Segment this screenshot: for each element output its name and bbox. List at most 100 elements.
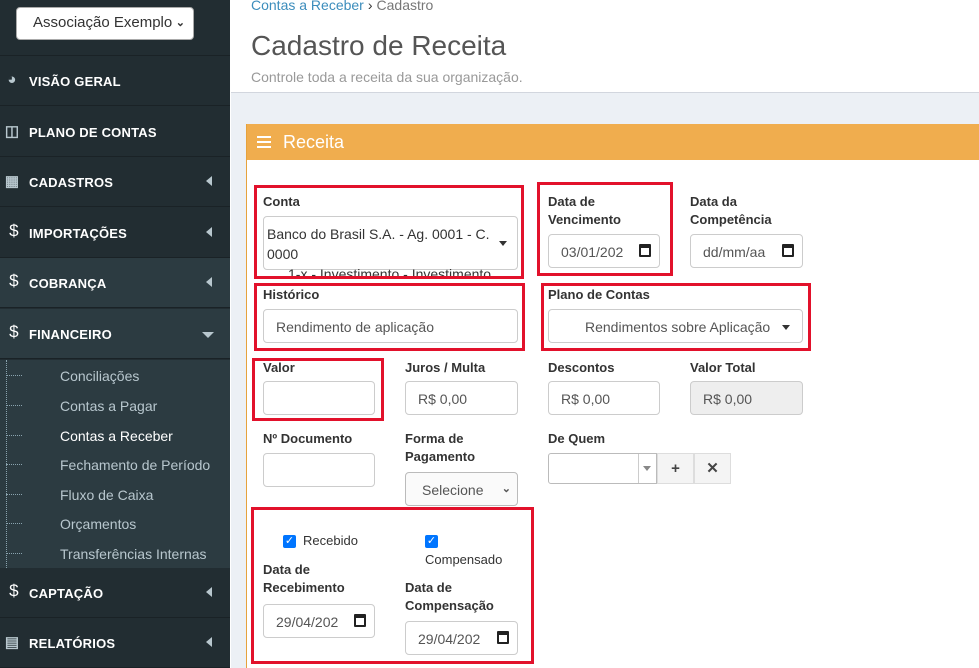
submenu-item-label: Transferências Internas [60,546,207,562]
forma-pagamento-select[interactable]: Selecione ⌄ [405,472,518,506]
valor-total-value: R$ 0,00 [703,391,753,407]
tree-branch [6,375,22,376]
receita-box: Receita Conta Banco do Brasil S.A. - Ag.… [246,124,979,668]
documento-input[interactable] [263,453,375,487]
submenu-item-label: Contas a Pagar [60,398,158,414]
forma-pagamento-label-line1: Forma de [405,431,464,446]
dollar-icon: $ [9,581,19,600]
chevron-left-icon [206,227,212,237]
competencia-label-line1: Data da [690,194,737,209]
tree-branch [6,553,22,554]
sidebar-item-label: COBRANÇA [29,276,107,291]
breadcrumb-current: Cadastro [376,0,434,13]
submenu-item-label: Contas a Receber [60,428,173,444]
descontos-label: Descontos [548,360,615,375]
financeiro-submenu: Conciliações Contas a Pagar Contas a Rec… [0,360,230,568]
highlight-vencimento [537,182,673,276]
add-pessoa-button[interactable]: + [657,453,694,484]
dollar-icon: $ [9,322,19,341]
chevron-down-icon [202,332,214,338]
chevron-down-icon: ⌄ [175,17,185,29]
table-icon: ▦ [4,173,20,190]
page-subtitle: Controle toda a receita da sua organizaç… [251,69,523,85]
sidebar-item-cadastros[interactable]: ▦ CADASTROS [0,157,230,207]
sidebar-item-cobranca[interactable]: $ COBRANÇA [0,258,230,308]
sidebar-item-label: IMPORTAÇÕES [29,226,128,241]
chevron-left-icon [206,176,212,186]
sidebar-item-label: CAPTAÇÃO [29,586,104,601]
competencia-label: Data da Competência [690,193,772,229]
sidebar-item-label: VISÃO GERAL [29,74,121,89]
submenu-item-label: Orçamentos [60,516,137,532]
chevron-left-icon [206,277,212,287]
chevron-left-icon [206,637,212,647]
highlight-plano-contas [541,283,811,351]
submenu-item-label: Fechamento de Período [60,457,211,473]
tree-branch [6,464,22,465]
chevron-down-icon: ⌄ [501,483,511,495]
submenu-item-contas-a-receber[interactable]: Contas a Receber [0,420,230,450]
sidebar-item-label: PLANO DE CONTAS [29,125,157,140]
sidebar-item-financeiro[interactable]: $ FINANCEIRO [0,309,230,359]
dollar-icon: $ [9,221,19,240]
dollar-icon: $ [9,271,19,290]
sidebar-item-captacao[interactable]: $ CAPTAÇÃO [0,568,230,618]
forma-pagamento-value: Selecione [422,482,484,498]
forma-pagamento-label: Forma de Pagamento [405,430,475,466]
valor-total-input: R$ 0,00 [690,381,803,415]
submenu-item-label: Fluxo de Caixa [60,487,154,503]
bar-chart-icon: ▤ [4,634,20,651]
tree-branch [6,494,22,495]
dashboard-icon: ◕ [7,71,17,88]
sidebar-item-label: RELATÓRIOS [29,636,116,651]
sidebar: Associação Exemplo ⌄ ◕ VISÃO GERAL ◫ PLA… [0,0,230,668]
org-select-wrap: Associação Exemplo ⌄ [0,0,230,56]
juros-value: R$ 0,00 [418,391,468,407]
breadcrumb: Contas a Receber › Cadastro [251,0,433,13]
forma-pagamento-label-line2: Pagamento [405,449,476,464]
sidebar-item-label: FINANCEIRO [29,327,112,342]
calendar-icon[interactable] [782,244,794,257]
bars-icon [257,136,271,148]
sidebar-item-label: CADASTROS [29,175,114,190]
sidebar-item-relatorios[interactable]: ▤ RELATÓRIOS [0,618,230,668]
chevron-left-icon [206,587,212,597]
submenu-item-contas-a-pagar[interactable]: Contas a Pagar [0,390,230,420]
content-header: Contas a Receber › Cadastro Cadastro de Re… [231,0,979,93]
sidebar-item-plano-de-contas[interactable]: ◫ PLANO DE CONTAS [0,107,230,157]
juros-input[interactable]: R$ 0,00 [405,381,518,415]
submenu-item-label: Conciliações [60,368,140,384]
remove-pessoa-button[interactable]: ✕ [694,453,731,484]
descontos-value: R$ 0,00 [561,391,611,407]
juros-label: Juros / Multa [405,360,486,375]
submenu-item-fluxo-de-caixa[interactable]: Fluxo de Caixa [0,479,230,509]
highlight-recebimento [251,507,534,664]
breadcrumb-separator: › [367,0,373,13]
descontos-input[interactable]: R$ 0,00 [548,381,660,415]
box-header: Receita [247,124,979,160]
de-quem-label: De Quem [548,431,606,446]
valor-total-label: Valor Total [690,360,756,375]
organization-select-value: Associação Exemplo [33,14,173,31]
submenu-item-transferencias[interactable]: Transferências Internas [0,538,230,568]
book-icon: ◫ [4,123,20,140]
competencia-placeholder: dd/mm/aa [703,244,766,260]
organization-select[interactable]: Associação Exemplo ⌄ [16,7,194,40]
tree-branch [6,405,22,406]
tree-branch [6,523,22,524]
submenu-item-fechamento[interactable]: Fechamento de Período [0,449,230,479]
box-title: Receita [283,132,345,152]
submenu-item-conciliacoes[interactable]: Conciliações [0,360,230,390]
competencia-label-line2: Competência [690,212,772,227]
sidebar-item-importacoes[interactable]: $ IMPORTAÇÕES [0,208,230,258]
competencia-date-input[interactable]: dd/mm/aa [690,234,803,268]
de-quem-select[interactable] [548,453,657,484]
highlight-historico [254,283,525,351]
breadcrumb-link-contas-a-receber[interactable]: Contas a Receber [251,0,364,13]
highlight-conta [254,185,524,279]
submenu-item-orcamentos[interactable]: Orçamentos [0,508,230,538]
sidebar-item-visao-geral[interactable]: ◕ VISÃO GERAL [0,56,230,106]
documento-label: Nº Documento [263,431,353,446]
tree-branch [6,435,22,436]
highlight-valor [252,358,384,421]
